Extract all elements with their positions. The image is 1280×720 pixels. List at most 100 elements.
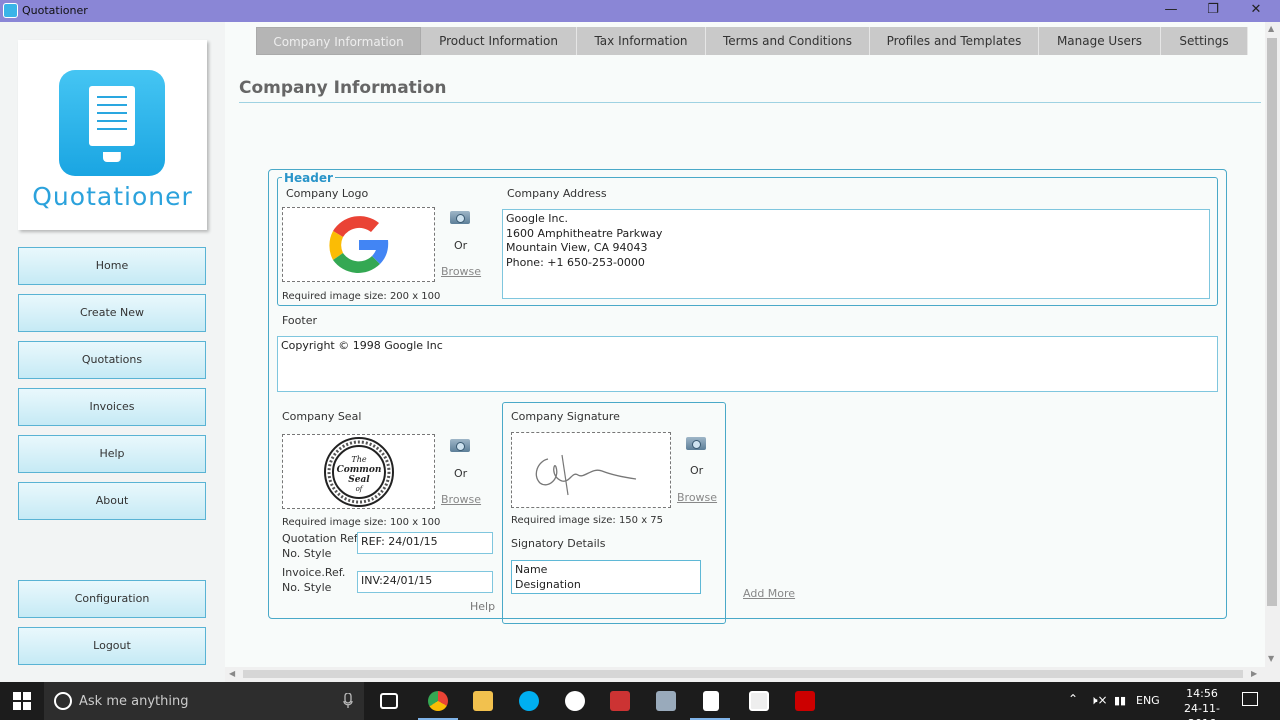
horizontal-scroll-thumb[interactable] — [243, 670, 1243, 678]
tab-bar: Company Information Product Information … — [256, 27, 1248, 55]
windows-start-icon[interactable] — [13, 692, 31, 710]
invoice-ref-label-line: Invoice.Ref. — [282, 566, 346, 579]
tab-settings[interactable]: Settings — [1161, 27, 1248, 55]
tab-tax-information[interactable]: Tax Information — [577, 27, 706, 55]
quotation-ref-label-line: No. Style — [282, 547, 332, 560]
company-signature-dropzone[interactable] — [511, 432, 671, 508]
seal-icon: The Common Seal of — [324, 437, 394, 507]
quotation-ref-value: REF: 24/01/15 — [361, 535, 438, 548]
nav-about-button[interactable]: About — [18, 482, 206, 520]
company-address-textarea[interactable]: Google Inc. 1600 Amphitheatre Parkway Mo… — [502, 209, 1210, 299]
logo-camera-icon[interactable] — [450, 211, 470, 224]
signature-icon — [535, 454, 637, 496]
presentation-app-icon[interactable] — [610, 691, 630, 711]
seal-text-line: Common — [337, 465, 382, 475]
maximize-button[interactable]: ❐ — [1192, 0, 1234, 22]
quotation-ref-label-line: Quotation Ref. — [282, 532, 361, 545]
clock-date: 24-11-2016 — [1184, 702, 1220, 720]
quotation-ref-label: Quotation Ref. No. Style — [282, 531, 360, 561]
scroll-down-icon[interactable]: ▼ — [1268, 654, 1274, 663]
footer-value: Copyright © 1998 Google Inc — [281, 339, 443, 352]
battery-icon[interactable]: ▮▮ — [1114, 694, 1126, 720]
photos-icon[interactable] — [749, 691, 769, 711]
taskbar: Ask me anything ⌃ 🕨× ▮▮ ENG 14:56 24-11-… — [0, 682, 1280, 720]
vertical-scroll-thumb[interactable] — [1267, 38, 1277, 606]
company-signature-label: Company Signature — [511, 410, 620, 423]
add-more-link[interactable]: Add More — [743, 587, 795, 600]
input-language[interactable]: ENG — [1136, 694, 1160, 720]
seal-text-line: Seal — [348, 475, 370, 485]
scroll-right-icon[interactable]: ▶ — [1251, 669, 1257, 678]
logo-browse-link[interactable]: Browse — [441, 265, 481, 278]
tab-terms-and-conditions[interactable]: Terms and Conditions — [706, 27, 870, 55]
logo-size-hint: Required image size: 200 x 100 — [282, 291, 441, 302]
scroll-up-icon[interactable]: ▲ — [1268, 24, 1274, 33]
app-logo: Quotationer — [18, 40, 207, 230]
show-hidden-icons[interactable]: ⌃ — [1068, 692, 1078, 720]
tab-profiles-and-templates[interactable]: Profiles and Templates — [870, 27, 1039, 55]
footer-textarea[interactable]: Copyright © 1998 Google Inc — [277, 336, 1218, 392]
signatory-line: Designation — [515, 577, 581, 591]
address-line: 1600 Amphitheatre Parkway — [506, 226, 663, 240]
invoice-ref-value: INV:24/01/15 — [361, 574, 433, 587]
tab-company-information[interactable]: Company Information — [256, 27, 421, 55]
cortana-icon — [54, 692, 72, 710]
skype-icon[interactable] — [519, 691, 539, 711]
chrome-icon[interactable] — [428, 691, 448, 711]
logo-text: Quotationer — [32, 182, 193, 211]
close-button[interactable]: ✕ — [1235, 0, 1277, 22]
taskbar-search-placeholder: Ask me anything — [79, 694, 189, 709]
clock-time: 14:56 — [1186, 687, 1218, 700]
sidebar: Quotationer Home Create New Quotations I… — [0, 22, 225, 682]
logo-or-label: Or — [454, 239, 468, 252]
signature-browse-link[interactable]: Browse — [677, 491, 717, 504]
app-icon-generic[interactable] — [565, 691, 585, 711]
nav-quotations-button[interactable]: Quotations — [18, 341, 206, 379]
window-title: Quotationer — [22, 4, 88, 17]
signature-camera-icon[interactable] — [686, 437, 706, 450]
task-view-icon[interactable] — [380, 693, 398, 709]
microphone-icon[interactable] — [343, 693, 353, 709]
file-explorer-icon[interactable] — [473, 691, 493, 711]
title-divider — [239, 102, 1261, 103]
invoice-ref-input[interactable]: INV:24/01/15 — [357, 571, 493, 593]
nav-invoices-button[interactable]: Invoices — [18, 388, 206, 426]
company-logo-dropzone[interactable] — [282, 207, 435, 282]
address-line: Google Inc. — [506, 212, 569, 225]
minimize-button[interactable]: — — [1150, 0, 1192, 22]
seal-size-hint: Required image size: 100 x 100 — [282, 517, 441, 528]
seal-browse-link[interactable]: Browse — [441, 493, 481, 506]
address-line: Mountain View, CA 94043 — [506, 241, 648, 254]
nav-logout-button[interactable]: Logout — [18, 627, 206, 665]
invoice-ref-label-line: No. Style — [282, 581, 332, 594]
ref-help-link[interactable]: Help — [470, 600, 495, 613]
vertical-scrollbar[interactable]: ▲ ▼ — [1265, 22, 1280, 682]
nav-create-new-button[interactable]: Create New — [18, 294, 206, 332]
signatory-line: Name — [515, 563, 548, 576]
quotationer-taskbar-icon[interactable] — [703, 691, 719, 711]
invoice-ref-label: Invoice.Ref. No. Style — [282, 565, 345, 595]
scroll-left-icon[interactable]: ◀ — [229, 669, 235, 678]
tab-product-information[interactable]: Product Information — [421, 27, 577, 55]
nav-home-button[interactable]: Home — [18, 247, 206, 285]
taskbar-clock[interactable]: 14:56 24-11-2016 — [1172, 686, 1232, 720]
signatory-details-textarea[interactable]: Name Designation — [511, 560, 701, 594]
volume-muted-icon[interactable]: 🕨× — [1090, 693, 1108, 720]
seal-or-label: Or — [454, 467, 468, 480]
taskbar-search[interactable]: Ask me anything — [44, 682, 364, 720]
tab-manage-users[interactable]: Manage Users — [1039, 27, 1161, 55]
document-icon — [59, 70, 165, 176]
app-icon — [3, 3, 18, 18]
company-seal-dropzone[interactable]: The Common Seal of — [282, 434, 435, 509]
seal-camera-icon[interactable] — [450, 439, 470, 452]
nav-configuration-button[interactable]: Configuration — [18, 580, 206, 618]
nav-help-button[interactable]: Help — [18, 435, 206, 473]
signature-or-label: Or — [690, 464, 704, 477]
header-legend: Header — [282, 171, 335, 185]
horizontal-scrollbar[interactable]: ◀ ▶ — [225, 667, 1265, 682]
page-title: Company Information — [239, 78, 447, 98]
quotation-ref-input[interactable]: REF: 24/01/15 — [357, 532, 493, 554]
acrobat-icon[interactable] — [795, 691, 815, 711]
action-center-icon[interactable] — [1242, 692, 1258, 706]
remote-desktop-icon[interactable] — [656, 691, 676, 711]
